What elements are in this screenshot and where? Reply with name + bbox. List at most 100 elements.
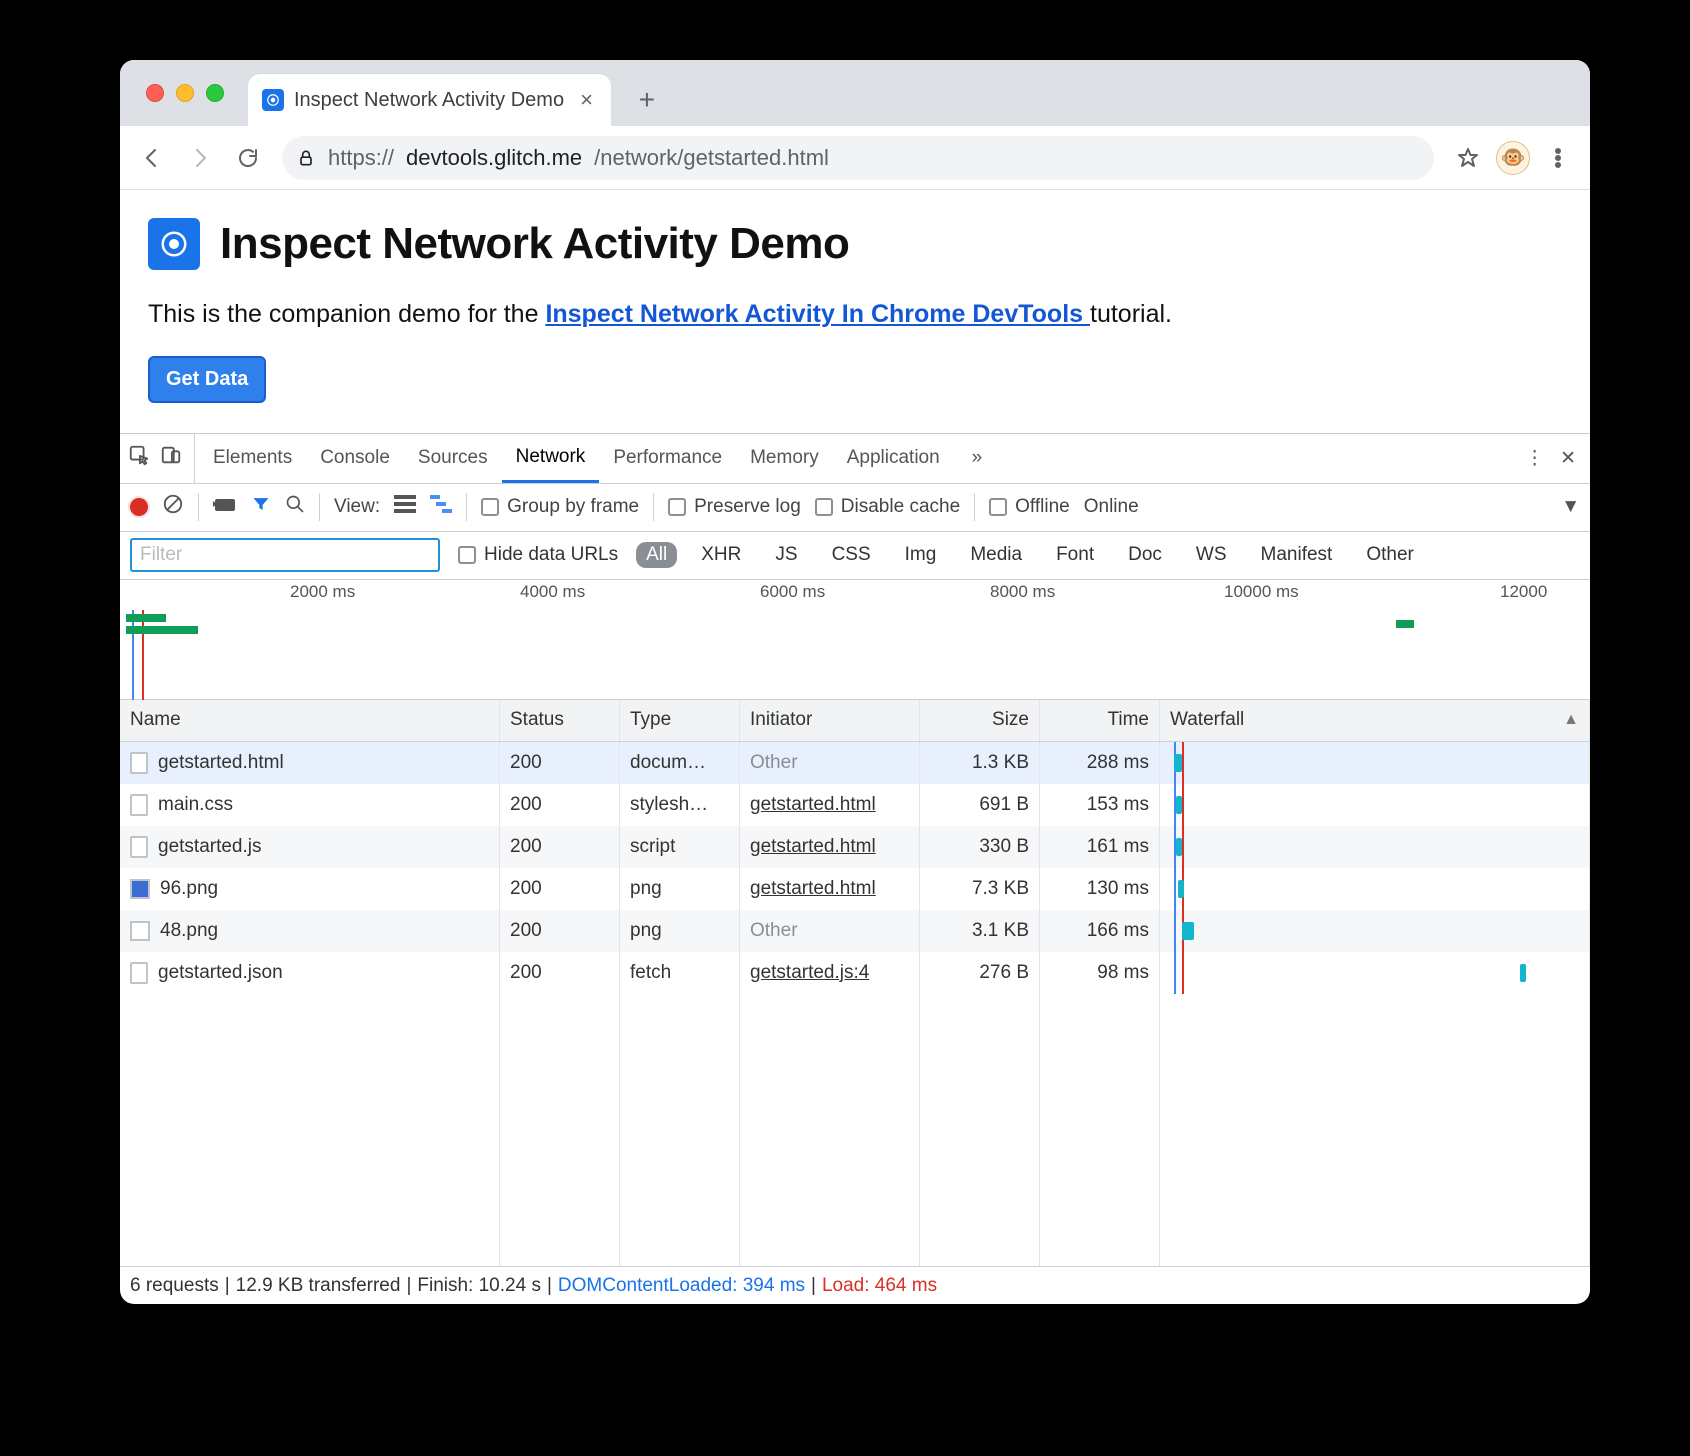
- filter-toggle-icon[interactable]: [251, 494, 271, 520]
- request-type: docum…: [620, 742, 740, 784]
- initiator-link[interactable]: getstarted.html: [750, 794, 876, 816]
- record-button[interactable]: [130, 498, 148, 516]
- tutorial-link[interactable]: Inspect Network Activity In Chrome DevTo…: [545, 300, 1090, 328]
- filter-chip-css[interactable]: CSS: [822, 542, 881, 568]
- request-waterfall: [1160, 910, 1590, 952]
- request-time: 130 ms: [1040, 868, 1160, 910]
- filter-chip-all[interactable]: All: [636, 542, 677, 568]
- clear-button[interactable]: [162, 493, 184, 521]
- close-window-button[interactable]: [146, 84, 164, 102]
- hide-data-urls-checkbox[interactable]: Hide data URLs: [458, 544, 618, 566]
- browser-tab[interactable]: Inspect Network Activity Demo ×: [248, 74, 611, 126]
- large-rows-icon[interactable]: [394, 495, 416, 519]
- filter-input[interactable]: Filter: [130, 538, 440, 572]
- col-name[interactable]: Name: [120, 700, 500, 741]
- close-tab-icon[interactable]: ×: [580, 87, 593, 113]
- col-initiator[interactable]: Initiator: [740, 700, 920, 741]
- devtools-tab-network[interactable]: Network: [502, 434, 600, 483]
- get-data-button[interactable]: Get Data: [148, 356, 266, 403]
- table-row[interactable]: getstarted.js200scriptgetstarted.html330…: [120, 826, 1590, 868]
- request-status: 200: [500, 868, 620, 910]
- filter-chip-other[interactable]: Other: [1356, 542, 1424, 568]
- table-row[interactable]: main.css200stylesh…getstarted.html691 B1…: [120, 784, 1590, 826]
- devtools-close-icon[interactable]: ✕: [1560, 447, 1576, 470]
- forward-button[interactable]: [180, 138, 220, 178]
- filter-chip-manifest[interactable]: Manifest: [1251, 542, 1343, 568]
- request-status: 200: [500, 826, 620, 868]
- throttling-dropdown-icon[interactable]: ▼: [1561, 496, 1580, 518]
- menu-button[interactable]: [1538, 138, 1578, 178]
- devtools-tabs: ElementsConsoleSourcesNetworkPerformance…: [120, 434, 1590, 484]
- devtools-tab-console[interactable]: Console: [306, 434, 404, 483]
- maximize-window-button[interactable]: [206, 84, 224, 102]
- page-intro: This is the companion demo for the Inspe…: [148, 298, 1562, 332]
- load-marker: [142, 610, 144, 700]
- request-name: 48.png: [160, 920, 218, 942]
- capture-screenshots-icon[interactable]: [213, 495, 237, 519]
- request-type: fetch: [620, 952, 740, 994]
- dcl-marker: [132, 610, 134, 700]
- devtools-tab-performance[interactable]: Performance: [599, 434, 736, 483]
- status-dcl: DOMContentLoaded: 394 ms: [558, 1275, 805, 1297]
- document-file-icon: [130, 752, 148, 774]
- throttling-select[interactable]: Online: [1084, 496, 1139, 518]
- filter-chip-doc[interactable]: Doc: [1118, 542, 1172, 568]
- address-bar[interactable]: https://devtools.glitch.me/network/getst…: [282, 136, 1434, 180]
- devtools-tab-elements[interactable]: Elements: [199, 434, 306, 483]
- devtools-tab-sources[interactable]: Sources: [404, 434, 502, 483]
- image-file-icon: [130, 921, 150, 941]
- image-file-icon: [130, 879, 150, 899]
- request-waterfall: [1160, 826, 1590, 868]
- reload-button[interactable]: [228, 138, 268, 178]
- devtools-tab-memory[interactable]: Memory: [736, 434, 833, 483]
- minimize-window-button[interactable]: [176, 84, 194, 102]
- filter-chip-media[interactable]: Media: [960, 542, 1032, 568]
- profile-avatar[interactable]: 🐵: [1496, 141, 1530, 175]
- filter-chip-img[interactable]: Img: [895, 542, 947, 568]
- request-status: 200: [500, 784, 620, 826]
- request-size: 691 B: [920, 784, 1040, 826]
- filter-chip-font[interactable]: Font: [1046, 542, 1104, 568]
- col-status[interactable]: Status: [500, 700, 620, 741]
- bookmark-button[interactable]: [1448, 138, 1488, 178]
- document-file-icon: [130, 836, 148, 858]
- table-row[interactable]: getstarted.html200docum…Other1.3 KB288 m…: [120, 742, 1590, 784]
- request-time: 288 ms: [1040, 742, 1160, 784]
- inspect-element-icon[interactable]: [128, 444, 150, 472]
- device-toggle-icon[interactable]: [160, 444, 182, 472]
- col-type[interactable]: Type: [620, 700, 740, 741]
- group-by-frame-checkbox[interactable]: Group by frame: [481, 496, 639, 518]
- filter-chip-ws[interactable]: WS: [1186, 542, 1237, 568]
- offline-checkbox[interactable]: Offline: [989, 496, 1070, 518]
- status-requests: 6 requests: [130, 1275, 219, 1297]
- devtools-tab-application[interactable]: Application: [833, 434, 954, 483]
- table-row[interactable]: getstarted.json200fetchgetstarted.js:427…: [120, 952, 1590, 994]
- waterfall-view-icon[interactable]: [430, 495, 452, 519]
- col-size[interactable]: Size: [920, 700, 1040, 741]
- devtools-panel: ElementsConsoleSourcesNetworkPerformance…: [120, 433, 1590, 1304]
- filter-chip-xhr[interactable]: XHR: [691, 542, 751, 568]
- request-waterfall: [1160, 742, 1590, 784]
- col-waterfall[interactable]: Waterfall▲: [1160, 700, 1590, 741]
- initiator-link[interactable]: getstarted.html: [750, 878, 876, 900]
- request-waterfall: [1160, 784, 1590, 826]
- browser-window: Inspect Network Activity Demo × + https:…: [120, 60, 1590, 1304]
- search-icon[interactable]: [285, 494, 305, 520]
- request-name: getstarted.json: [158, 962, 283, 984]
- new-tab-button[interactable]: +: [627, 80, 667, 120]
- table-row[interactable]: 96.png200pnggetstarted.html7.3 KB130 ms: [120, 868, 1590, 910]
- initiator-link[interactable]: getstarted.js:4: [750, 962, 869, 984]
- preserve-log-checkbox[interactable]: Preserve log: [668, 496, 801, 518]
- filter-chip-js[interactable]: JS: [765, 542, 807, 568]
- tab-strip: Inspect Network Activity Demo × +: [120, 60, 1590, 126]
- back-button[interactable]: [132, 138, 172, 178]
- tabs-overflow-button[interactable]: »: [958, 434, 997, 483]
- table-header[interactable]: Name Status Type Initiator Size Time Wat…: [120, 700, 1590, 742]
- devtools-menu-icon[interactable]: ⋮: [1525, 447, 1544, 470]
- overview-timeline[interactable]: 2000 ms4000 ms6000 ms8000 ms10000 ms1200…: [120, 580, 1590, 700]
- table-row[interactable]: 48.png200pngOther3.1 KB166 ms: [120, 910, 1590, 952]
- initiator-link[interactable]: getstarted.html: [750, 836, 876, 858]
- favicon-icon: [262, 89, 284, 111]
- disable-cache-checkbox[interactable]: Disable cache: [815, 496, 960, 518]
- col-time[interactable]: Time: [1040, 700, 1160, 741]
